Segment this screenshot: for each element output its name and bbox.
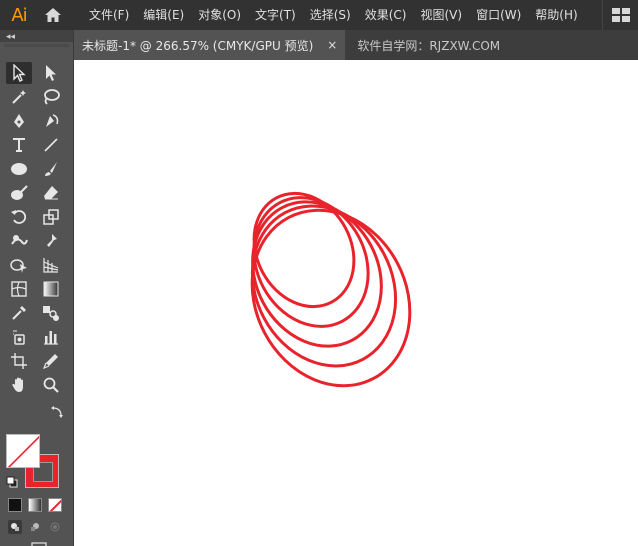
shaper-tool-icon[interactable]: [6, 182, 32, 204]
eraser-icon[interactable]: [38, 182, 64, 204]
lasso-icon[interactable]: [38, 86, 64, 108]
collapse-panel-icon[interactable]: ◂◂: [0, 30, 73, 42]
menu-file[interactable]: 文件(F): [82, 0, 136, 30]
menu-type[interactable]: 文字(T): [248, 0, 303, 30]
artboard-canvas[interactable]: [74, 60, 638, 546]
draw-behind-icon[interactable]: [28, 520, 42, 534]
artwork: [250, 191, 412, 388]
menu-effect[interactable]: 效果(C): [358, 0, 414, 30]
draw-inside-icon[interactable]: [48, 520, 62, 534]
direct-selection-tool-icon[interactable]: [38, 62, 64, 84]
warp-tool-icon[interactable]: [6, 230, 32, 252]
scale-tool-icon[interactable]: [38, 206, 64, 228]
symbol-sprayer-icon[interactable]: [6, 326, 32, 348]
fill-swatch[interactable]: [6, 434, 40, 468]
eyedropper-icon[interactable]: [6, 302, 32, 324]
puppet-warp-icon[interactable]: [38, 230, 64, 252]
menu-help[interactable]: 帮助(H): [528, 0, 584, 30]
tab-site[interactable]: 软件自学网：RJZXW.COM: [345, 30, 512, 60]
perspective-grid-icon[interactable]: [38, 254, 64, 276]
ellipse-tool-icon[interactable]: [6, 158, 32, 180]
menu-window[interactable]: 窗口(W): [469, 0, 528, 30]
tab-document-label: 未标题-1* @ 266.57% (CMYK/GPU 预览): [82, 38, 314, 53]
draw-normal-icon[interactable]: [8, 520, 22, 534]
selection-tool-icon[interactable]: [6, 62, 32, 84]
rotate-tool-icon[interactable]: [6, 206, 32, 228]
swap-colors-icon[interactable]: [50, 405, 64, 419]
document-tab-bar: 未标题-1* @ 266.57% (CMYK/GPU 预览) × 软件自学网：R…: [74, 30, 638, 60]
tab-document[interactable]: 未标题-1* @ 266.57% (CMYK/GPU 预览) ×: [74, 30, 346, 60]
blend-tool-icon[interactable]: [38, 302, 64, 324]
menu-select[interactable]: 选择(S): [303, 0, 358, 30]
shape-builder-icon[interactable]: [6, 254, 32, 276]
home-icon[interactable]: [38, 0, 68, 30]
tools-panel: ◂◂: [0, 30, 74, 546]
line-tool-icon[interactable]: [38, 134, 64, 156]
magic-wand-icon[interactable]: [6, 86, 32, 108]
pen-tool-icon[interactable]: [6, 110, 32, 132]
curvature-tool-icon[interactable]: [38, 110, 64, 132]
screen-mode-icon[interactable]: [24, 542, 48, 546]
drawing-mode-row: [8, 492, 68, 506]
zoom-tool-icon[interactable]: [38, 374, 64, 396]
column-graph-icon[interactable]: [38, 326, 64, 348]
artboard-tool-icon[interactable]: [6, 350, 32, 372]
gradient-tool-icon[interactable]: [38, 278, 64, 300]
default-colors-icon[interactable]: [6, 476, 18, 488]
close-tab-icon[interactable]: ×: [327, 38, 337, 52]
menu-edit[interactable]: 编辑(E): [136, 0, 191, 30]
drawing-mode-buttons: [8, 520, 62, 534]
paintbrush-icon[interactable]: [38, 158, 64, 180]
menu-bar: Ai 文件(F) 编辑(E) 对象(O) 文字(T) 选择(S) 效果(C) 视…: [0, 0, 638, 30]
menu-view[interactable]: 视图(V): [413, 0, 469, 30]
app-logo: Ai: [11, 4, 27, 26]
workspace-switcher-icon[interactable]: [602, 0, 638, 30]
toolbar-divider: [4, 44, 69, 47]
type-tool-icon[interactable]: [6, 134, 32, 156]
slice-tool-icon[interactable]: [38, 350, 64, 372]
menu-object[interactable]: 对象(O): [191, 0, 248, 30]
mesh-tool-icon[interactable]: [6, 278, 32, 300]
hand-tool-icon[interactable]: [6, 374, 32, 396]
